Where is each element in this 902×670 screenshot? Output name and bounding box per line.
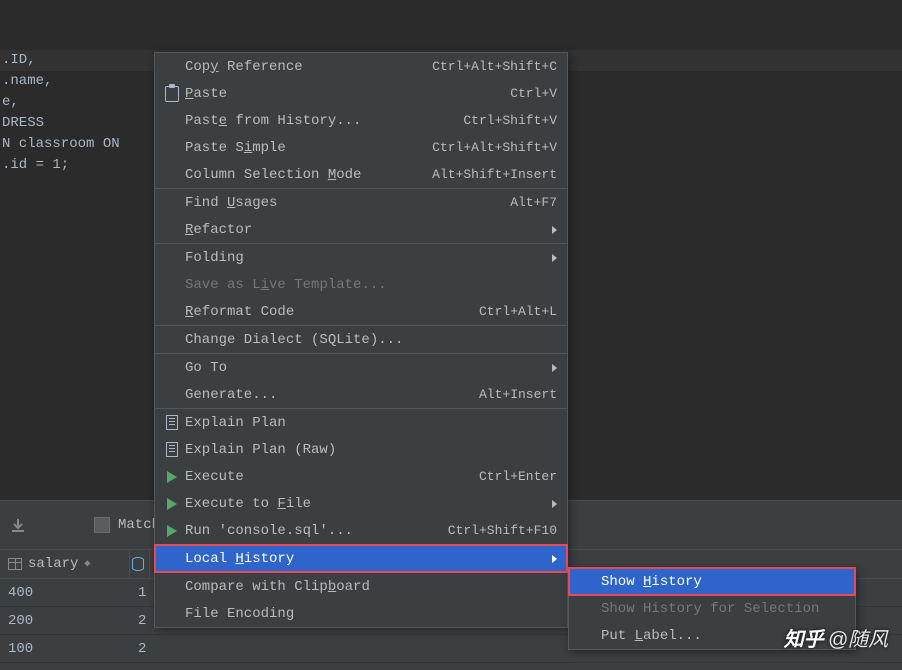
- menu-item-paste[interactable]: PasteCtrl+V: [155, 80, 567, 107]
- menu-label: Paste Simple: [185, 140, 432, 156]
- menu-label: Folding: [185, 250, 546, 266]
- menu-label: Execute: [185, 469, 479, 485]
- submenu-item-show-history[interactable]: Show History: [569, 568, 855, 595]
- submenu-arrow-icon: [552, 226, 557, 234]
- zhihu-logo: 知乎: [784, 623, 824, 652]
- play-icon: [167, 498, 177, 510]
- watermark-handle: @随风: [828, 623, 888, 652]
- submenu-arrow-icon: [552, 364, 557, 372]
- menu-label: Find Usages: [185, 195, 510, 211]
- document-icon: [166, 442, 178, 457]
- menu-item-explain-plan-raw[interactable]: Explain Plan (Raw): [155, 436, 567, 463]
- menu-item-generate[interactable]: Generate...Alt+Insert: [155, 381, 567, 408]
- menu-shortcut: Ctrl+Alt+Shift+C: [432, 59, 557, 74]
- menu-shortcut: Ctrl+Shift+F10: [448, 523, 557, 538]
- menu-item-copy-reference[interactable]: Copy ReferenceCtrl+Alt+Shift+C: [155, 53, 567, 80]
- menu-label: Run 'console.sql'...: [185, 523, 448, 539]
- database-icon: [132, 557, 144, 571]
- menu-item-compare-with-clipboard[interactable]: Compare with Clipboard: [155, 573, 567, 600]
- menu-label: Local History: [185, 551, 546, 567]
- menu-label: Go To: [185, 360, 546, 376]
- menu-label: Reformat Code: [185, 304, 479, 320]
- menu-shortcut: Ctrl+Shift+V: [463, 113, 557, 128]
- menu-item-paste-from-history[interactable]: Paste from History...Ctrl+Shift+V: [155, 107, 567, 134]
- menu-label: Paste: [185, 86, 510, 102]
- submenu-arrow-icon: [552, 500, 557, 508]
- menu-label: Explain Plan: [185, 415, 557, 431]
- menu-item-local-history[interactable]: Local History: [155, 545, 567, 572]
- submenu-label: Show History: [601, 574, 845, 590]
- submenu-item-show-history-selection: Show History for Selection: [569, 595, 855, 622]
- menu-label: Column Selection Mode: [185, 167, 432, 183]
- menu-item-execute-to-file[interactable]: Execute to File: [155, 490, 567, 517]
- column-header-salary[interactable]: salary ◆: [0, 550, 130, 578]
- column-header-icon[interactable]: [130, 550, 150, 578]
- menu-label: Generate...: [185, 387, 479, 403]
- submenu-arrow-icon: [552, 254, 557, 262]
- menu-label: Compare with Clipboard: [185, 579, 557, 595]
- menu-item-folding[interactable]: Folding: [155, 244, 567, 271]
- menu-item-run-console[interactable]: Run 'console.sql'...Ctrl+Shift+F10: [155, 517, 567, 544]
- column-label: salary: [28, 556, 78, 572]
- menu-item-refactor[interactable]: Refactor: [155, 216, 567, 243]
- menu-icon-slot: [159, 471, 185, 483]
- watermark: 知乎 @随风: [784, 623, 888, 652]
- menu-item-go-to[interactable]: Go To: [155, 354, 567, 381]
- menu-item-find-usages[interactable]: Find UsagesAlt+F7: [155, 189, 567, 216]
- menu-item-paste-simple[interactable]: Paste SimpleCtrl+Alt+Shift+V: [155, 134, 567, 161]
- menu-label: Execute to File: [185, 496, 546, 512]
- cell-salary[interactable]: 400: [0, 585, 130, 601]
- submenu-arrow-icon: [552, 555, 557, 563]
- menu-item-save-as-live-template: Save as Live Template...: [155, 271, 567, 298]
- download-icon[interactable]: [8, 515, 28, 535]
- play-icon: [167, 525, 177, 537]
- menu-label: File Encoding: [185, 606, 557, 622]
- menu-item-change-dialect[interactable]: Change Dialect (SQLite)...: [155, 326, 567, 353]
- menu-shortcut: Ctrl+Alt+Shift+V: [432, 140, 557, 155]
- menu-item-reformat-code[interactable]: Reformat CodeCtrl+Alt+L: [155, 298, 567, 325]
- menu-label: Explain Plan (Raw): [185, 442, 557, 458]
- cell-salary[interactable]: 100: [0, 641, 130, 657]
- table-icon: [8, 558, 22, 570]
- menu-shortcut: Alt+F7: [510, 195, 557, 210]
- match-case-checkbox[interactable]: [94, 517, 110, 533]
- clipboard-icon: [165, 86, 179, 102]
- menu-icon-slot: [159, 442, 185, 457]
- submenu-label: Show History for Selection: [601, 601, 845, 617]
- play-icon: [167, 471, 177, 483]
- context-menu[interactable]: Copy ReferenceCtrl+Alt+Shift+CPasteCtrl+…: [154, 52, 568, 628]
- document-icon: [166, 415, 178, 430]
- menu-shortcut: Alt+Insert: [479, 387, 557, 402]
- cell-salary[interactable]: 200: [0, 613, 130, 629]
- menu-label: Refactor: [185, 222, 546, 238]
- menu-item-execute[interactable]: ExecuteCtrl+Enter: [155, 463, 567, 490]
- menu-shortcut: Ctrl+Alt+L: [479, 304, 557, 319]
- menu-item-explain-plan[interactable]: Explain Plan: [155, 409, 567, 436]
- menu-icon-slot: [159, 415, 185, 430]
- menu-icon-slot: [159, 86, 185, 102]
- menu-shortcut: Ctrl+V: [510, 86, 557, 101]
- menu-shortcut: Ctrl+Enter: [479, 469, 557, 484]
- menu-label: Paste from History...: [185, 113, 463, 129]
- menu-shortcut: Alt+Shift+Insert: [432, 167, 557, 182]
- menu-label: Copy Reference: [185, 59, 432, 75]
- menu-item-file-encoding[interactable]: File Encoding: [155, 600, 567, 627]
- menu-icon-slot: [159, 498, 185, 510]
- cell-other[interactable]: 2: [130, 641, 190, 657]
- menu-label: Save as Live Template...: [185, 277, 557, 293]
- menu-icon-slot: [159, 525, 185, 537]
- sort-indicator-icon: ◆: [84, 558, 90, 570]
- menu-item-column-selection-mode[interactable]: Column Selection ModeAlt+Shift+Insert: [155, 161, 567, 188]
- menu-label: Change Dialect (SQLite)...: [185, 332, 557, 348]
